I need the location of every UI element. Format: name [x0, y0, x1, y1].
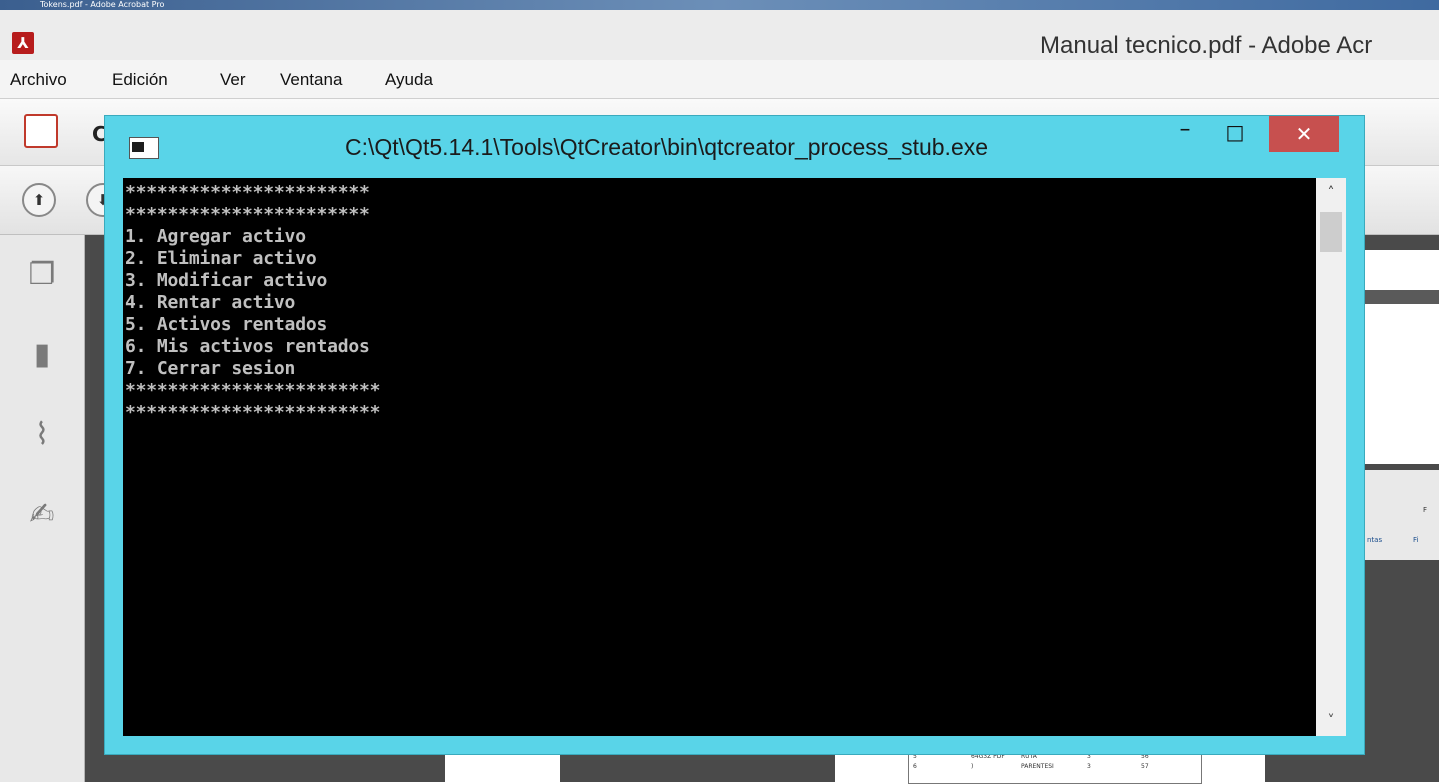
document-page-fragment: [1365, 250, 1439, 290]
menu-edicion[interactable]: Edición: [112, 70, 168, 90]
acrobat-menubar: Archivo Edición Ver Ventana Ayuda: [0, 60, 1439, 99]
console-line: 7. Cerrar sesion: [125, 358, 296, 379]
document-table: 5 64G3Z PDF RUTA 3 56 6 ) PARENTESI 3 57: [908, 750, 1202, 784]
menu-ver[interactable]: Ver: [220, 70, 246, 90]
create-pdf-icon[interactable]: [24, 114, 58, 148]
menu-archivo[interactable]: Archivo: [10, 70, 67, 90]
console-line: 6. Mis activos rentados: [125, 336, 370, 357]
partial-label: Fi: [1413, 536, 1419, 544]
menu-ayuda[interactable]: Ayuda: [385, 70, 433, 90]
acrobat-pdf-icon: ⅄: [12, 32, 34, 54]
console-line: 4. Rentar activo: [125, 292, 296, 313]
attachments-icon[interactable]: ⌇: [24, 417, 60, 453]
background-taskbar-strip: Tokens.pdf - Adobe Acrobat Pro: [0, 0, 1439, 10]
document-embedded-screenshot: F ntas Fi: [1365, 470, 1439, 782]
scroll-thumb[interactable]: [1320, 212, 1342, 252]
partial-label: ntas: [1367, 536, 1383, 544]
console-titlebar[interactable]: C:\Qt\Qt5.14.1\Tools\QtCreator\bin\qtcre…: [105, 116, 1364, 178]
signatures-icon[interactable]: ✍: [24, 497, 60, 533]
scroll-up-arrow-icon[interactable]: ˄: [1316, 178, 1346, 208]
close-button[interactable]: ✕: [1269, 116, 1339, 152]
acrobat-navigation-pane: ❐ ▮ ⌇ ✍: [0, 235, 85, 782]
console-output[interactable]: *********************** *****************…: [123, 178, 1316, 736]
console-line: 1. Agregar activo: [125, 226, 306, 247]
console-lines: *********************** *****************…: [125, 182, 380, 424]
minimize-button[interactable]: –: [1167, 116, 1203, 152]
acrobat-window-title: Manual tecnico.pdf - Adobe Acr: [1040, 32, 1373, 59]
maximize-button[interactable]: □: [1217, 116, 1253, 152]
console-app-icon[interactable]: [129, 137, 159, 159]
console-line: 2. Eliminar activo: [125, 248, 317, 269]
document-page-fragment: [1365, 304, 1439, 464]
page-up-icon[interactable]: ⬆: [22, 183, 56, 217]
console-scrollbar[interactable]: ˄ ˅: [1316, 178, 1346, 736]
console-window-title: C:\Qt\Qt5.14.1\Tools\QtCreator\bin\qtcre…: [345, 134, 989, 160]
document-page-band: [1365, 290, 1439, 304]
document-page-fragment: [445, 755, 560, 782]
acrobat-titlebar: ⅄ Manual tecnico.pdf - Adobe Acr: [0, 10, 1439, 60]
scroll-down-arrow-icon[interactable]: ˅: [1316, 706, 1346, 736]
console-line: 3. Modificar activo: [125, 270, 328, 291]
console-line: ***********************: [125, 182, 370, 203]
menu-ventana[interactable]: Ventana: [280, 70, 342, 90]
console-line: ************************: [125, 402, 381, 423]
console-line: ************************: [125, 380, 381, 401]
page-thumbnails-icon[interactable]: ❐: [24, 257, 60, 293]
partial-label: F: [1423, 506, 1428, 514]
bookmarks-icon[interactable]: ▮: [24, 337, 60, 373]
console-line: 5. Activos rentados: [125, 314, 328, 335]
console-line: ***********************: [125, 204, 370, 225]
background-ghost-title: Tokens.pdf - Adobe Acrobat Pro: [40, 0, 165, 9]
console-window[interactable]: C:\Qt\Qt5.14.1\Tools\QtCreator\bin\qtcre…: [104, 115, 1365, 755]
